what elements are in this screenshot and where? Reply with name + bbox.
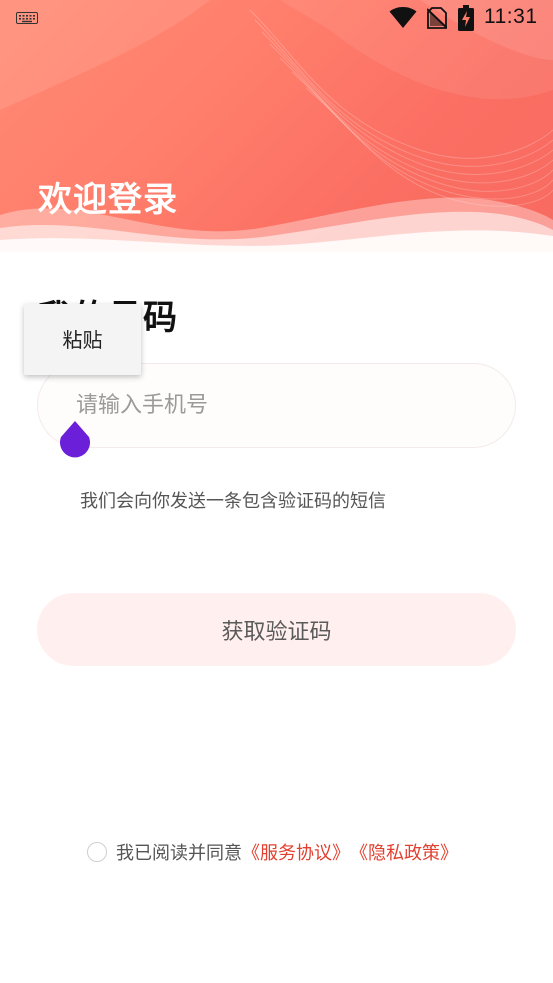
- get-verification-code-button[interactable]: 获取验证码: [37, 593, 516, 666]
- sms-hint-text: 我们会向你发送一条包含验证码的短信: [80, 491, 386, 512]
- welcome-title: 欢迎登录: [38, 180, 178, 220]
- agreement-row: 我已阅读并同意 《服务协议》 《隐私政策》: [87, 840, 458, 864]
- status-time: 11:31: [484, 5, 538, 28]
- wifi-icon: [389, 7, 417, 28]
- keyboard-icon: [16, 12, 38, 24]
- phone-input-container[interactable]: [37, 363, 516, 448]
- service-agreement-link[interactable]: 《服务协议》: [242, 839, 350, 865]
- agreement-text: 我已阅读并同意: [116, 843, 242, 864]
- header-banner: 11:31 欢迎登录: [0, 0, 553, 252]
- paste-menu-item[interactable]: 粘贴: [24, 304, 141, 375]
- login-screen: 11:31 欢迎登录 我的号码 粘贴 我们会向你发送一条包含验证码的短信 获取验…: [0, 0, 553, 983]
- phone-input[interactable]: [74, 364, 494, 447]
- agreement-checkbox[interactable]: [87, 842, 107, 862]
- status-bar: 11:31: [0, 0, 553, 38]
- no-sim-icon: [427, 7, 447, 29]
- battery-charging-icon: [458, 5, 474, 31]
- text-cursor-handle[interactable]: [59, 421, 91, 461]
- privacy-policy-link[interactable]: 《隐私政策》: [350, 839, 458, 865]
